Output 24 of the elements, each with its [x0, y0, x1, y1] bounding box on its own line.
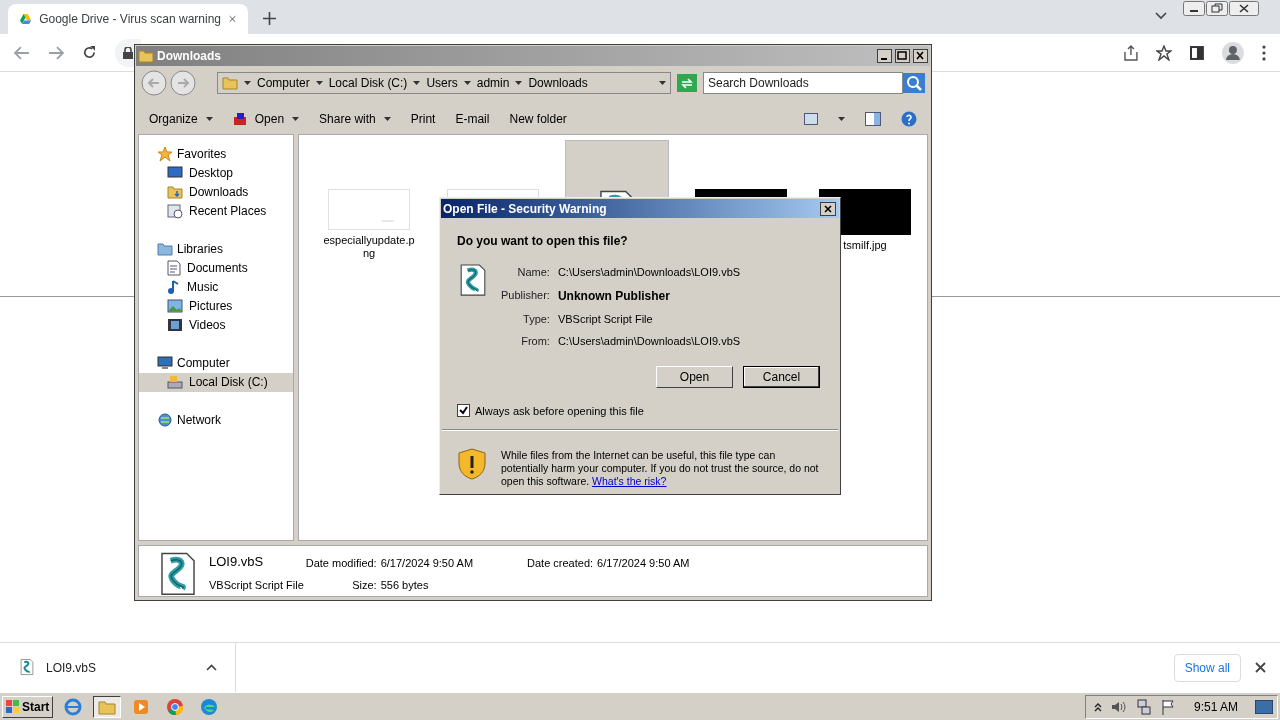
detail-value: 6/17/2024 9:50 AM	[597, 556, 690, 572]
file-name: LOI9.vbS	[209, 553, 265, 572]
file-name: especiallyupdate.png	[322, 233, 416, 260]
dialog-question: Do you want to open this file?	[457, 233, 629, 250]
field-value: C:\Users\admin\Downloads\LOI9.vbS	[557, 334, 741, 349]
detail-label: Size:	[351, 577, 377, 593]
tab-title: Google Drive - Virus scan warning	[39, 11, 221, 28]
field-label: From:	[520, 334, 550, 349]
field-value: VBScript Script File	[557, 311, 654, 327]
detail-value: 556 bytes	[380, 577, 430, 593]
file-name: tsmilf.jpg	[842, 238, 888, 252]
field-value: C:\Users\admin\Downloads\LOI9.vbS	[557, 265, 741, 280]
field-label: Name:	[516, 265, 550, 280]
detail-label: Date modified:	[305, 556, 377, 572]
detail-label: Date created:	[527, 556, 594, 572]
warning-message: While files from the Internet can be useful, this file type can potentially harm your computer. If you do not trust the source, do not open this software. What's the risk?	[501, 449, 819, 488]
dialog-title: Open File - Security Warning	[443, 200, 608, 218]
window-title: Downloads	[157, 47, 222, 65]
file-type: VBScript Script File	[209, 577, 304, 593]
field-label: Type:	[522, 311, 550, 327]
field-label: Publisher:	[501, 287, 550, 303]
detail-value: 6/17/2024 9:50 AM	[380, 556, 474, 572]
field-value: Unknown Publisher	[557, 287, 671, 305]
checkbox-label: Always ask before opening this file	[475, 403, 644, 419]
